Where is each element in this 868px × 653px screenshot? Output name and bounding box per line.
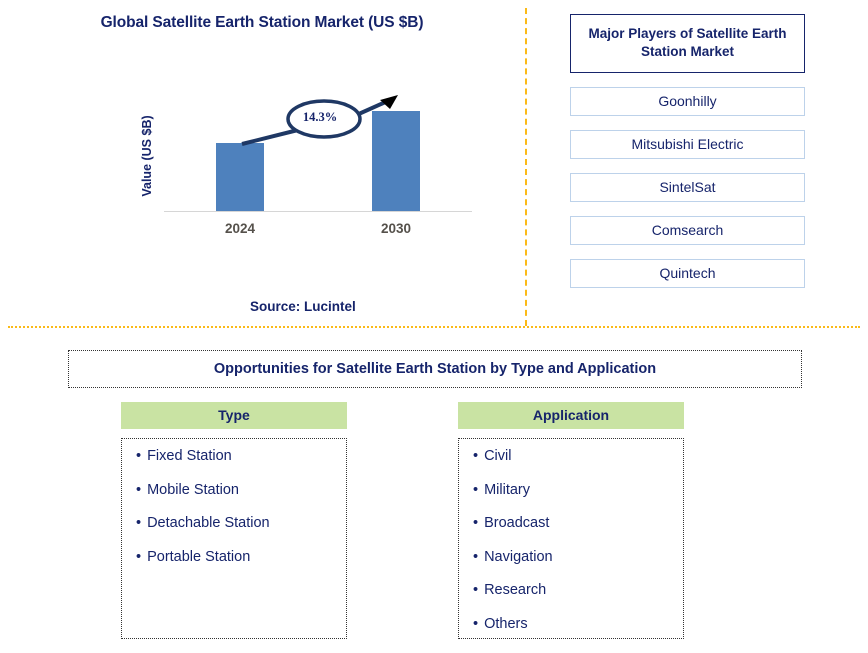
x-axis-line: [164, 211, 472, 212]
player-item[interactable]: Goonhilly: [570, 87, 805, 117]
list-item: Broadcast: [473, 516, 683, 531]
vertical-divider: [525, 8, 527, 326]
cagr-value-label: 14.3%: [302, 110, 338, 124]
major-players-header: Major Players of Satellite Earth Station…: [570, 14, 805, 74]
chart-title: Global Satellite Earth Station Market (U…: [100, 14, 424, 31]
player-item[interactable]: Comsearch: [570, 216, 805, 246]
player-item[interactable]: Mitsubishi Electric: [570, 130, 805, 160]
x-tick-label-2030: 2030: [380, 221, 412, 236]
list-item: Portable Station: [136, 549, 346, 565]
opportunities-banner: Opportunities for Satellite Earth Statio…: [68, 350, 802, 388]
list-item: Navigation: [473, 549, 683, 565]
list-item: Fixed Station: [136, 449, 346, 464]
opportunity-column-type: Type Fixed Station Mobile Station Detach…: [121, 402, 347, 639]
player-item[interactable]: SintelSat: [570, 173, 805, 203]
column-header-type: Type: [121, 402, 347, 429]
list-item: Civil: [473, 449, 683, 464]
column-header-application: Application: [458, 402, 684, 429]
market-chart-panel: Global Satellite Earth Station Market (U…: [0, 0, 524, 322]
opportunity-column-application: Application Civil Military Broadcast Nav…: [458, 402, 684, 639]
major-players-panel: Major Players of Satellite Earth Station…: [570, 14, 805, 289]
list-item: Military: [473, 482, 683, 498]
application-list: Civil Military Broadcast Navigation Rese…: [473, 449, 683, 631]
x-tick-label-2024: 2024: [224, 221, 256, 236]
source-label: Source: Lucintel: [250, 299, 356, 314]
list-item: Mobile Station: [136, 482, 346, 498]
y-axis-label: Value (US $B): [140, 115, 154, 197]
list-item: Others: [473, 616, 683, 632]
player-item[interactable]: Quintech: [570, 259, 805, 289]
type-list: Fixed Station Mobile Station Detachable …: [136, 449, 346, 564]
column-body-type: Fixed Station Mobile Station Detachable …: [121, 438, 347, 639]
column-body-application: Civil Military Broadcast Navigation Rese…: [458, 438, 684, 639]
horizontal-divider: [8, 326, 860, 328]
list-item: Research: [473, 583, 683, 598]
bar-chart-plot-area: Value (US $B) 2024 2030 14.3%: [140, 95, 472, 236]
list-item: Detachable Station: [136, 516, 346, 531]
